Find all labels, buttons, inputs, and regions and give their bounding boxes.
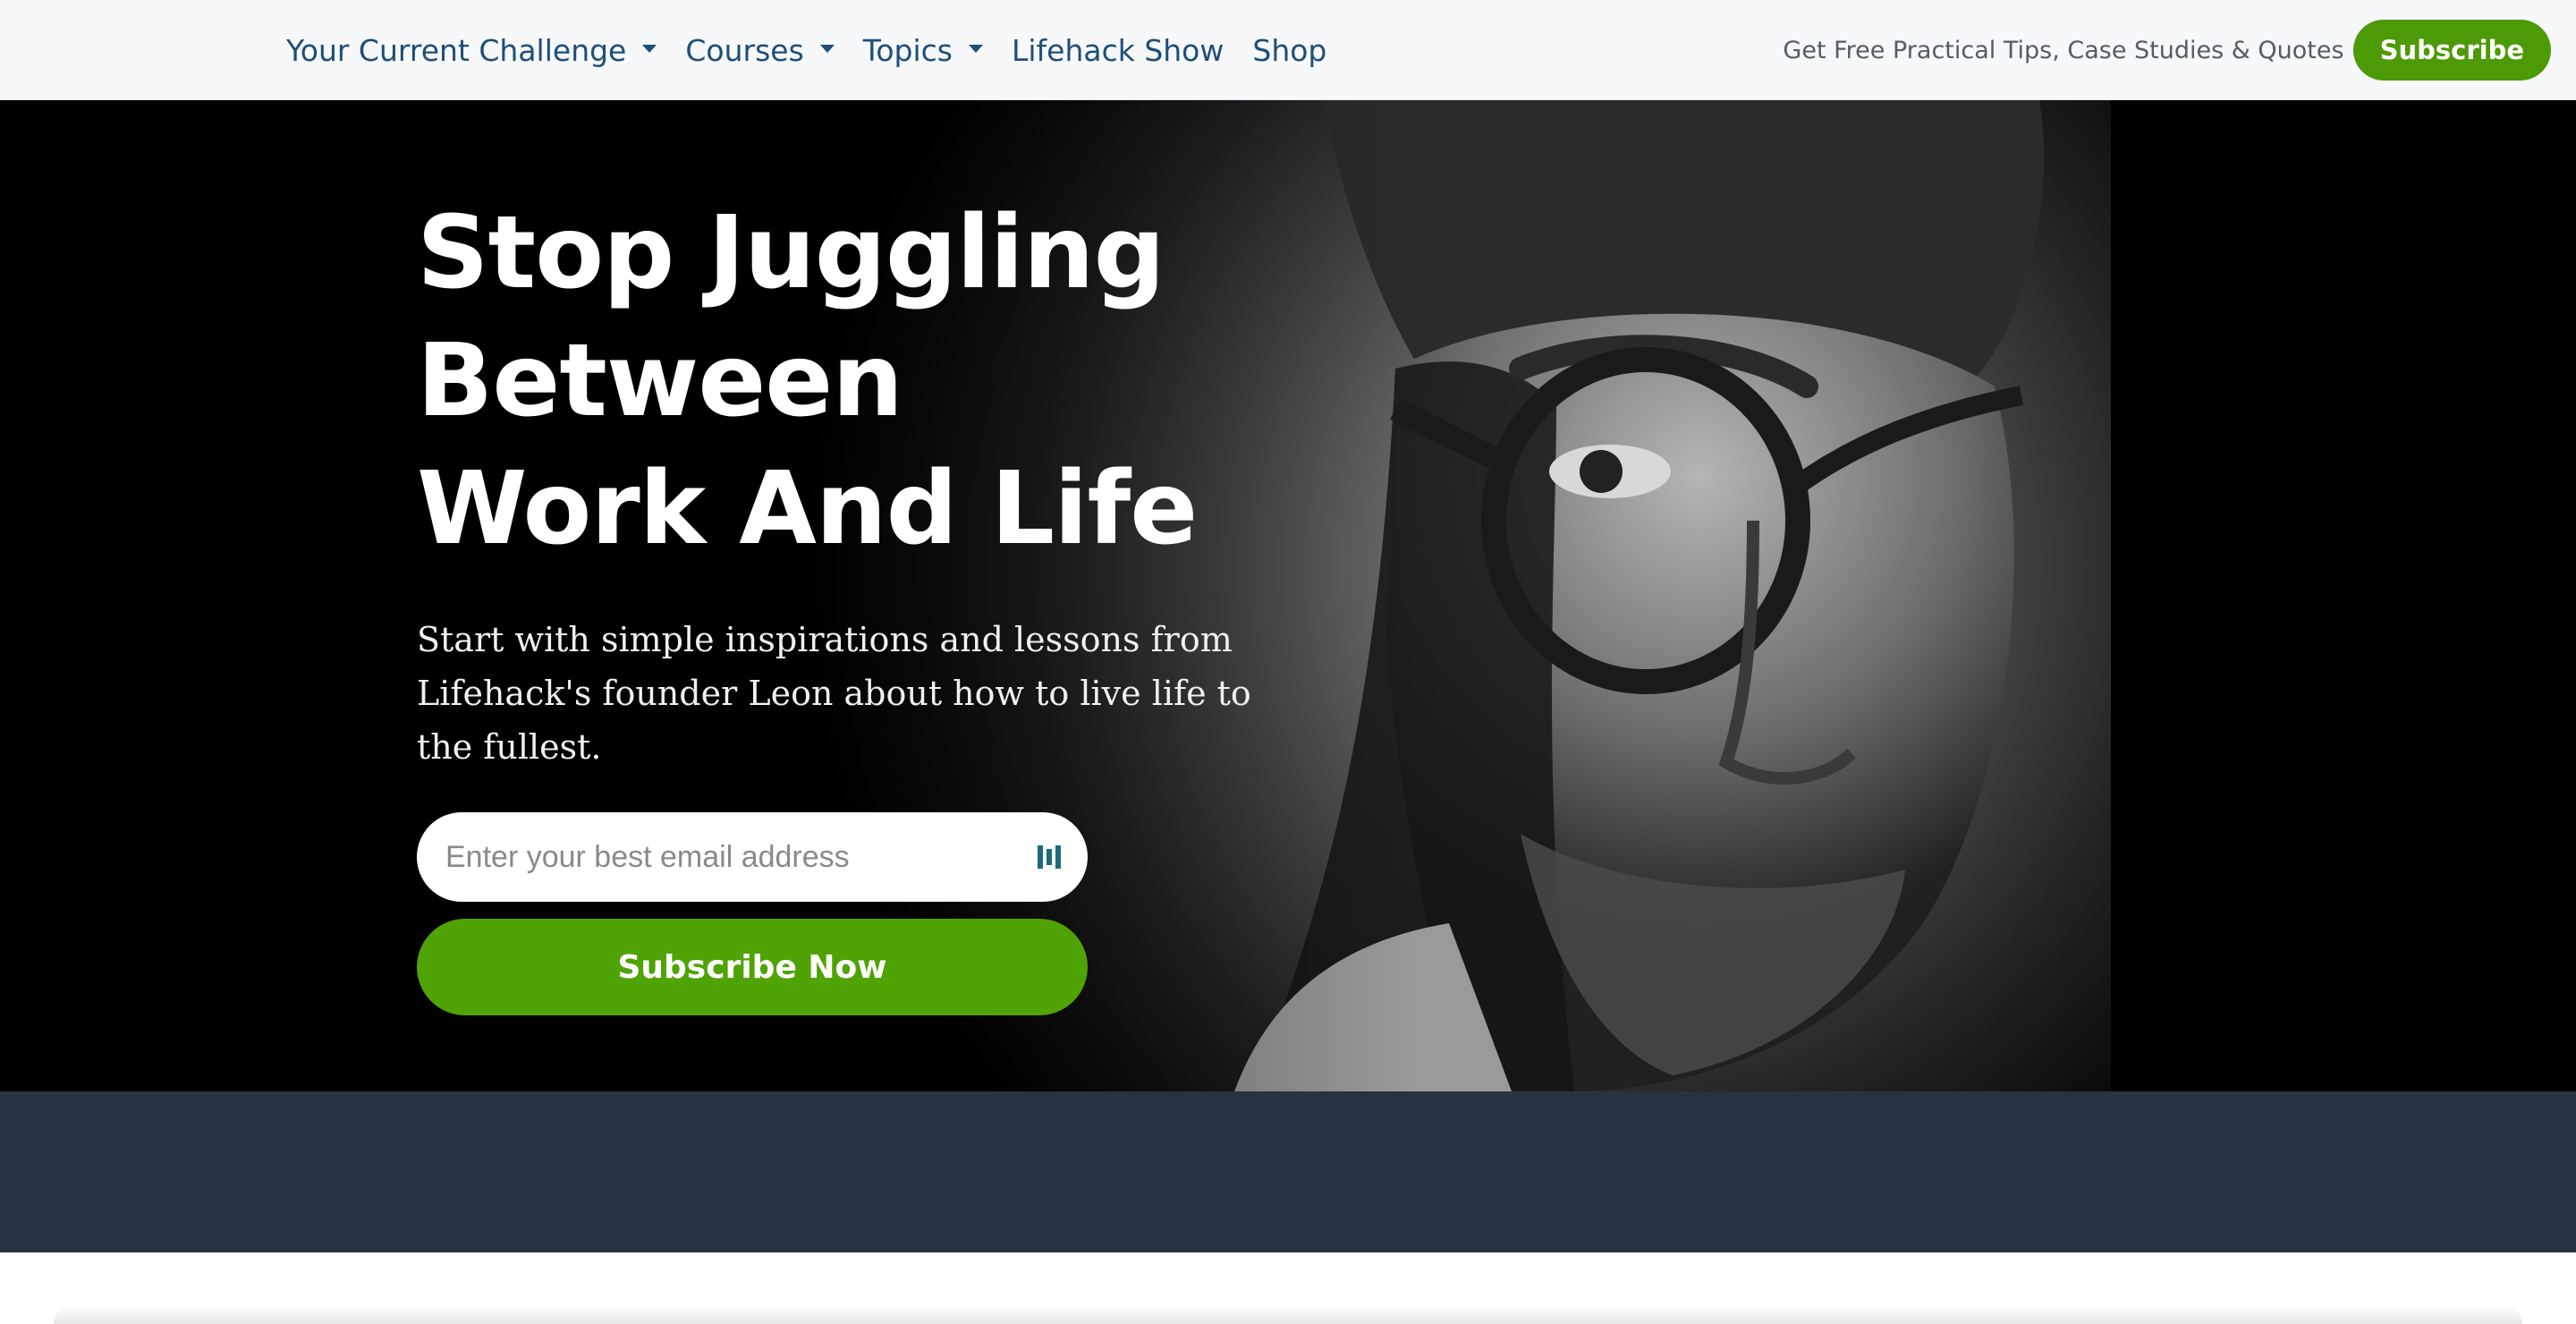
nav-item-lifehack-show[interactable]: Lifehack Show	[1012, 33, 1224, 68]
promo-text: Get Free Practical Tips, Case Studies & …	[1783, 36, 2344, 64]
hero-title-line: Between	[417, 323, 903, 439]
subscribe-button[interactable]: Subscribe	[2352, 20, 2551, 81]
hero-section: Stop Juggling Between Work And Life Star…	[0, 100, 2576, 1091]
card-top-edge	[54, 1306, 2522, 1324]
chevron-down-icon	[968, 44, 983, 53]
hero-title-line: Stop Juggling	[417, 195, 1165, 311]
password-manager-icon[interactable]	[1038, 844, 1061, 870]
nav-item-label: Topics	[862, 32, 953, 68]
hero-subtitle: Start with simple inspirations and lesso…	[417, 620, 1251, 767]
nav-item-label: Courses	[685, 32, 804, 68]
hero-title: Stop Juggling Between Work And Life	[417, 190, 1275, 573]
hero-content: Stop Juggling Between Work And Life Star…	[417, 190, 1275, 774]
nav-subscribe-area: Get Free Practical Tips, Case Studies & …	[1783, 0, 2551, 100]
nav-item-label: Shop	[1252, 32, 1327, 68]
nav-item-label: Your Current Challenge	[286, 32, 627, 68]
hero-portrait-image	[0, 100, 2576, 1091]
nav-item-topics[interactable]: Topics	[863, 33, 983, 68]
nav-item-your-current-challenge[interactable]: Your Current Challenge	[286, 33, 657, 68]
chevron-down-icon	[642, 44, 657, 53]
email-field-container	[417, 812, 1088, 902]
main-menu: Your Current Challenge Courses Topics Li…	[286, 0, 1326, 100]
email-field[interactable]	[444, 838, 1038, 876]
top-navbar: Your Current Challenge Courses Topics Li…	[0, 0, 2576, 100]
subscribe-now-button[interactable]: Subscribe Now	[417, 919, 1088, 1015]
hero-title-line: Work And Life	[417, 451, 1198, 567]
chevron-down-icon	[819, 44, 835, 53]
nav-item-label: Lifehack Show	[1011, 32, 1224, 68]
nav-item-courses[interactable]: Courses	[685, 32, 835, 68]
dark-band-section	[0, 1091, 2576, 1252]
nav-item-shop[interactable]: Shop	[1252, 33, 1326, 68]
